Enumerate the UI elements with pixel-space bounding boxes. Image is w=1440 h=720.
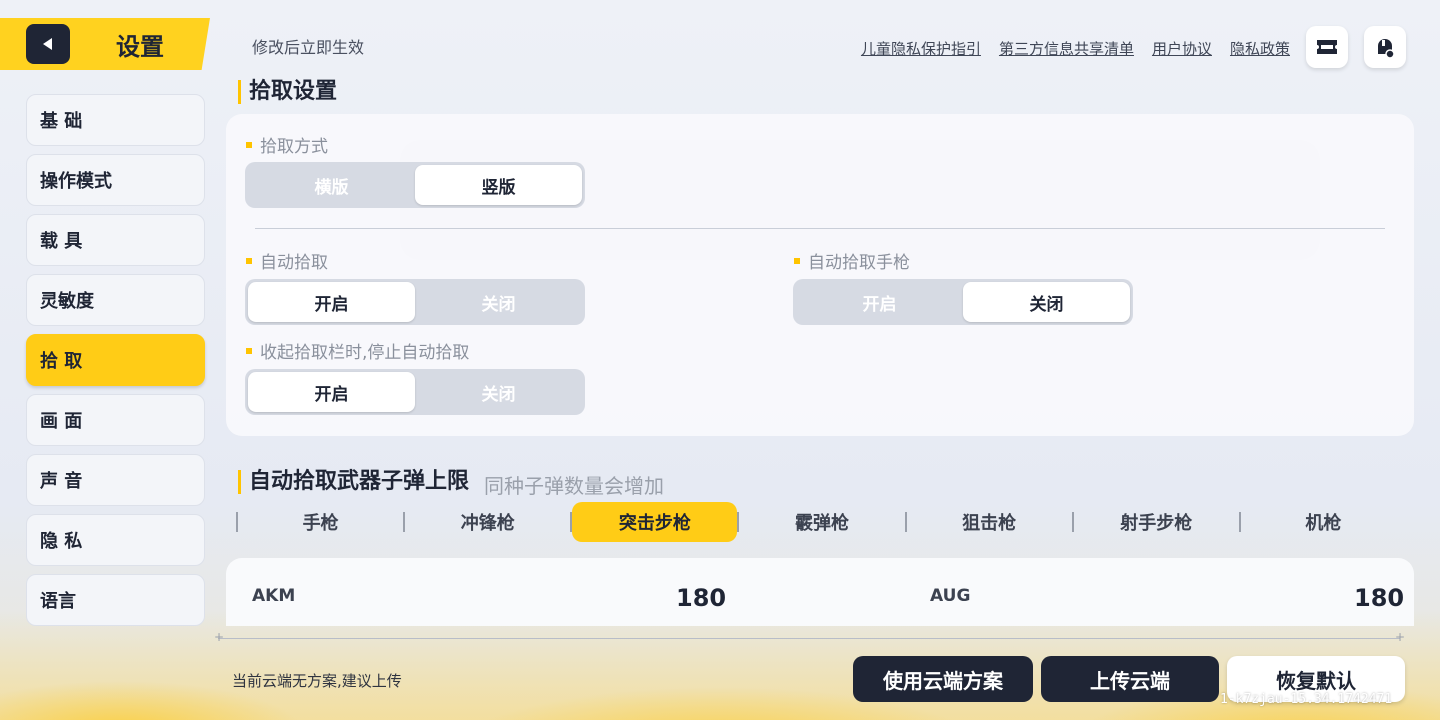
link-third-party-list[interactable]: 第三方信息共享清单 — [999, 38, 1134, 59]
page-title: 设置 — [116, 32, 164, 61]
bullet-dot — [246, 257, 252, 264]
link-user-agreement[interactable]: 用户协议 — [1152, 38, 1212, 59]
bullet-dot — [794, 257, 800, 264]
back-arrow-icon — [43, 38, 52, 50]
sidebar-item-language[interactable]: 语言 — [26, 574, 205, 626]
footer-divider — [218, 638, 1400, 639]
section-divider — [255, 228, 1385, 229]
pickup-mode-label: 拾取方式 — [246, 132, 328, 157]
tab-shotgun[interactable]: 霰弹枪 — [739, 502, 904, 542]
auto-pickup-off[interactable]: 关闭 — [415, 282, 582, 322]
effect-hint: 修改后立即生效 — [252, 38, 365, 57]
pickup-mode-toggle: 横版 竖版 — [245, 162, 585, 208]
stop-auto-pickup-off[interactable]: 关闭 — [415, 372, 582, 412]
weapon-name: AUG — [930, 586, 971, 606]
header-tab: 设置 — [0, 18, 210, 70]
sidebar-item-sound[interactable]: 声 音 — [26, 454, 205, 506]
tab-assault-rifle[interactable]: 突击步枪 — [572, 502, 738, 542]
auto-pickup-pistol-label-text: 自动拾取手枪 — [808, 253, 910, 273]
auto-pickup-label: 自动拾取 — [246, 248, 328, 273]
tab-sniper-rifle[interactable]: 狙击枪 — [907, 502, 1072, 542]
pickup-mode-horizontal[interactable]: 横版 — [248, 165, 415, 205]
upload-cloud-button[interactable]: 上传云端 — [1041, 656, 1219, 702]
use-cloud-plan-button[interactable]: 使用云端方案 — [853, 656, 1033, 702]
stop-auto-pickup-toggle: 开启 关闭 — [245, 369, 585, 415]
auto-pickup-toggle: 开启 关闭 — [245, 279, 585, 325]
ammo-limit-section-title: 自动拾取武器子弹上限 — [238, 470, 469, 494]
stop-auto-pickup-label: 收起拾取栏时,停止自动拾取 — [246, 338, 469, 363]
customer-service-icon — [1378, 39, 1395, 59]
auto-pickup-pistol-label: 自动拾取手枪 — [794, 248, 910, 273]
divider-plus-icon: + — [214, 630, 225, 644]
tab-smg[interactable]: 冲锋枪 — [405, 502, 570, 542]
sidebar-item-privacy[interactable]: 隐 私 — [26, 514, 205, 566]
back-button[interactable] — [26, 24, 70, 64]
sidebar-item-control-mode[interactable]: 操作模式 — [26, 154, 205, 206]
tab-pistol[interactable]: 手枪 — [238, 502, 403, 542]
ticket-icon — [1317, 40, 1337, 54]
stop-auto-pickup-on[interactable]: 开启 — [248, 372, 415, 412]
tab-machine-gun[interactable]: 机枪 — [1241, 502, 1406, 542]
sidebar-item-graphics[interactable]: 画 面 — [26, 394, 205, 446]
auto-pickup-pistol-off[interactable]: 关闭 — [963, 282, 1130, 322]
auto-pickup-on[interactable]: 开启 — [248, 282, 415, 322]
bullet-dot — [246, 141, 252, 148]
top-links: 儿童隐私保护指引 第三方信息共享清单 用户协议 隐私政策 — [861, 38, 1290, 59]
pickup-mode-vertical[interactable]: 竖版 — [415, 165, 582, 205]
sidebar-item-basic[interactable]: 基 础 — [26, 94, 205, 146]
cloud-status-hint: 当前云端无方案,建议上传 — [232, 672, 402, 690]
pickup-section-title: 拾取设置 — [238, 80, 337, 104]
weapon-category-tabs: 手枪 冲锋枪 突击步枪 霰弹枪 狙击枪 射手步枪 机枪 — [236, 502, 1406, 542]
sidebar-item-vehicle[interactable]: 载 具 — [26, 214, 205, 266]
link-privacy-policy[interactable]: 隐私政策 — [1230, 38, 1290, 59]
stop-auto-pickup-label-text: 收起拾取栏时,停止自动拾取 — [260, 343, 470, 363]
auto-pickup-label-text: 自动拾取 — [260, 253, 328, 273]
divider-plus-icon: + — [1395, 630, 1406, 644]
link-child-privacy[interactable]: 儿童隐私保护指引 — [861, 38, 981, 59]
weapon-ammo-value: 180 — [1354, 584, 1405, 612]
weapon-name: AKM — [252, 586, 296, 606]
customer-service-button[interactable] — [1364, 26, 1406, 68]
ammo-limit-subtitle: 同种子弹数量会增加 — [484, 474, 664, 498]
pickup-mode-label-text: 拾取方式 — [260, 137, 328, 157]
sidebar-item-pickup[interactable]: 拾 取 — [26, 334, 205, 386]
auto-pickup-pistol-on[interactable]: 开启 — [796, 282, 963, 322]
tab-marksman-rifle[interactable]: 射手步枪 — [1074, 502, 1239, 542]
auto-pickup-pistol-toggle: 开启 关闭 — [793, 279, 1133, 325]
ticket-button[interactable] — [1306, 26, 1348, 68]
version-string: 1-k7zjau-15.34.1742471 — [1220, 692, 1393, 707]
sidebar-item-sensitivity[interactable]: 灵敏度 — [26, 274, 205, 326]
weapon-ammo-value: 180 — [676, 584, 727, 612]
bullet-dot — [246, 347, 252, 354]
settings-sidebar: 基 础 操作模式 载 具 灵敏度 拾 取 画 面 声 音 隐 私 语言 — [26, 94, 205, 634]
ammo-limit-panel[interactable]: AKM 180 AUG 180 — [226, 558, 1414, 626]
